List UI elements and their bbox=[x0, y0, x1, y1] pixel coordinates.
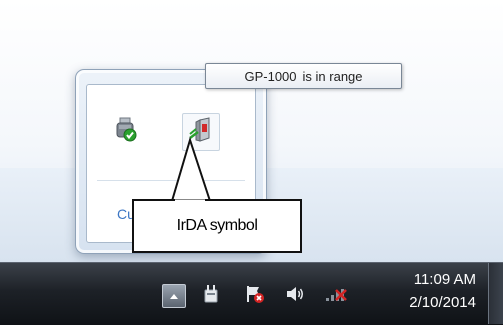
power-plug-icon bbox=[202, 284, 220, 309]
tray-action-center[interactable] bbox=[243, 285, 267, 307]
tooltip-status-text: is in range bbox=[302, 68, 363, 84]
clock-date: 2/10/2014 bbox=[409, 294, 476, 311]
volume-icon bbox=[284, 285, 306, 308]
tooltip-device-name: GP-1000 bbox=[244, 68, 297, 84]
tray-power[interactable] bbox=[199, 284, 223, 309]
taskbar-clock[interactable]: 11:09 AM 2/10/2014 bbox=[372, 268, 476, 318]
tray-network[interactable] bbox=[325, 285, 349, 307]
show-hidden-icons-button[interactable] bbox=[162, 284, 186, 308]
chevron-up-icon bbox=[169, 287, 179, 305]
callout-text: IrDA symbol bbox=[176, 217, 258, 234]
irda-callout-label: IrDA symbol bbox=[132, 199, 302, 253]
show-desktop-button[interactable] bbox=[488, 263, 503, 324]
network-disconnected-icon bbox=[324, 284, 350, 309]
action-center-flag-icon bbox=[244, 284, 266, 309]
tray-icon-irda[interactable] bbox=[182, 113, 220, 151]
tray-icon-usb-device[interactable] bbox=[107, 113, 143, 149]
usb-device-icon bbox=[111, 115, 139, 148]
tray-volume[interactable] bbox=[283, 285, 307, 307]
clock-time: 11:09 AM bbox=[413, 271, 476, 288]
device-range-tooltip: GP-1000 is in range bbox=[205, 63, 402, 89]
irda-icon bbox=[187, 116, 215, 149]
popup-divider bbox=[97, 180, 245, 181]
